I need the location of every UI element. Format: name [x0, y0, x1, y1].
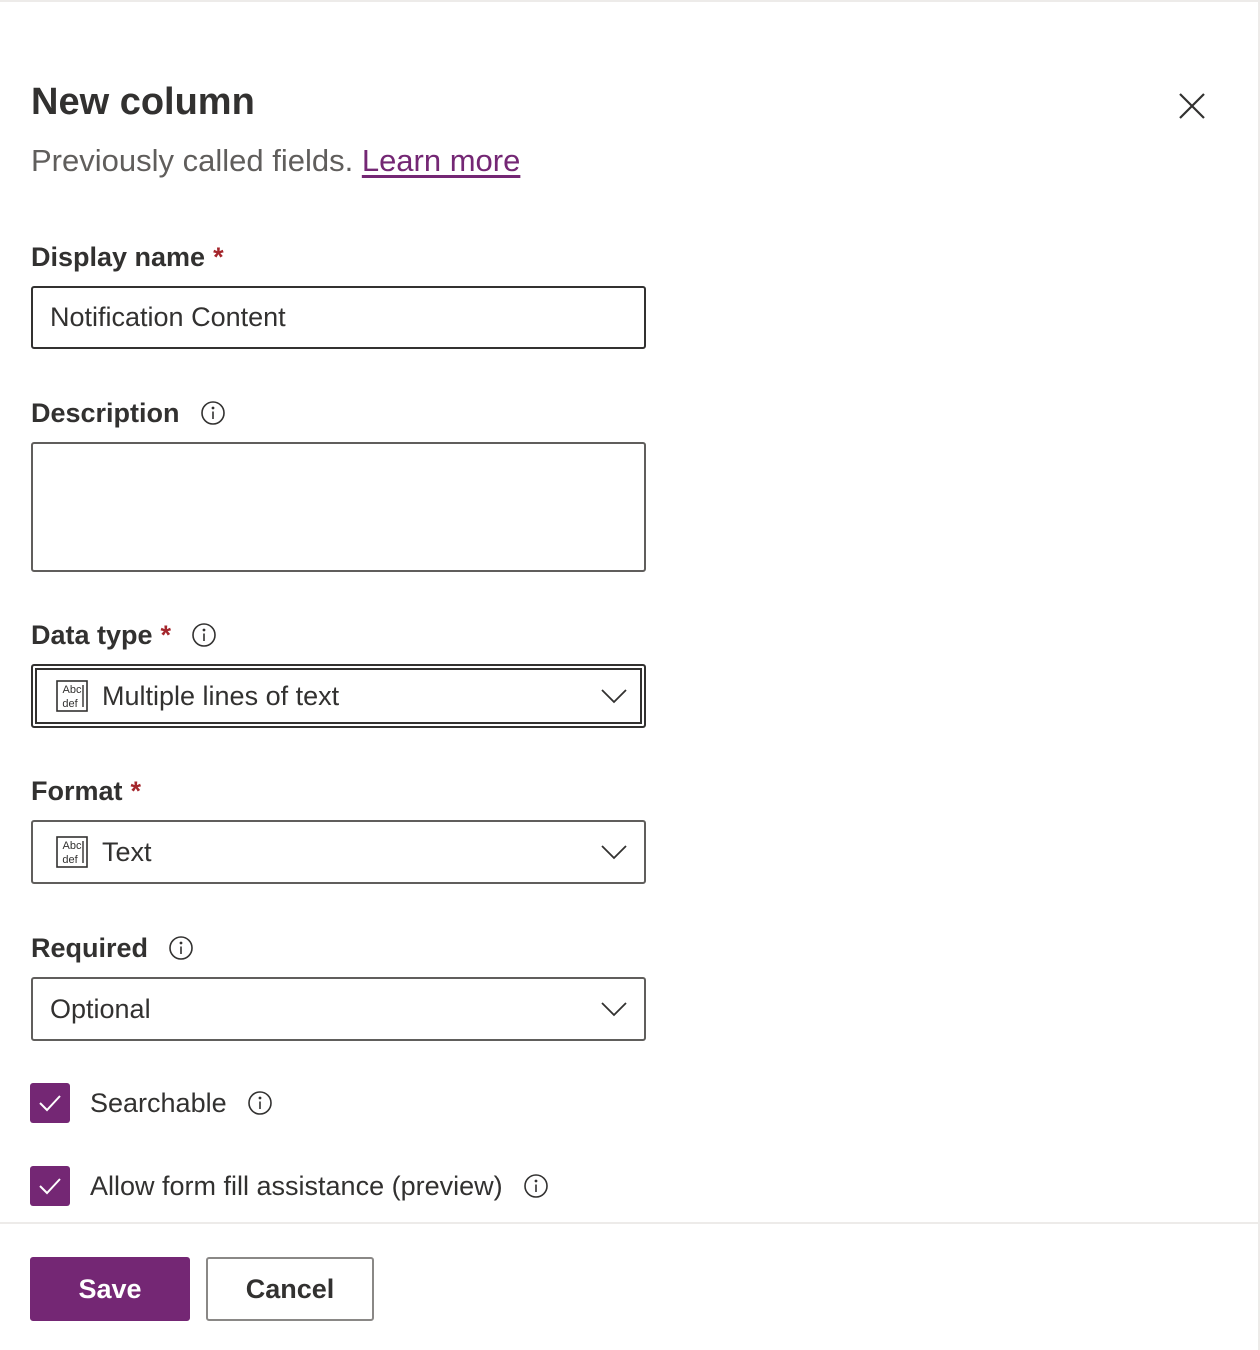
checkmark-icon: [39, 1178, 61, 1195]
required-label: Required: [31, 930, 194, 966]
data-type-dropdown[interactable]: Abc def Multiple lines of text: [31, 664, 646, 728]
info-icon[interactable]: [523, 1173, 549, 1199]
data-type-label: Data type *: [31, 617, 217, 653]
abc-def-text-icon: Abc def: [56, 836, 88, 868]
info-icon[interactable]: [200, 400, 226, 426]
format-label: Format *: [31, 773, 141, 809]
format-value: Text: [102, 836, 152, 867]
required-marker: *: [130, 776, 142, 806]
form-fill-checkbox[interactable]: [30, 1166, 70, 1206]
chevron-down-icon: [596, 678, 632, 714]
chevron-down-icon: [596, 991, 632, 1027]
new-column-panel: New column Previously called fields. Lea…: [0, 0, 1260, 1350]
description-textarea[interactable]: [31, 442, 646, 572]
save-button[interactable]: Save: [30, 1257, 190, 1321]
subtitle-text: Previously called fields.: [31, 143, 354, 178]
searchable-checkbox[interactable]: [30, 1083, 70, 1123]
searchable-label: Searchable: [90, 1087, 227, 1118]
info-icon[interactable]: [168, 935, 194, 961]
svg-text:def: def: [62, 854, 78, 866]
panel-title: New column: [31, 81, 255, 123]
format-label-text: Format: [31, 776, 123, 806]
svg-text:def: def: [62, 698, 78, 710]
close-button[interactable]: [1168, 82, 1216, 130]
display-name-input[interactable]: Notification Content: [31, 286, 646, 349]
footer-divider: [0, 1222, 1258, 1224]
required-value: Optional: [50, 993, 151, 1024]
required-label-text: Required: [31, 933, 149, 963]
checkmark-icon: [39, 1095, 61, 1112]
svg-text:Abc: Abc: [63, 684, 82, 696]
panel-subtitle: Previously called fields. Learn more: [31, 141, 520, 181]
display-name-label-text: Display name: [31, 242, 206, 272]
display-name-value: Notification Content: [50, 302, 286, 332]
required-marker: *: [160, 620, 172, 650]
close-icon: [1179, 93, 1205, 119]
info-icon[interactable]: [247, 1090, 273, 1116]
abc-def-text-icon: Abc def: [56, 680, 88, 712]
chevron-down-icon: [596, 834, 632, 870]
svg-text:Abc: Abc: [63, 840, 82, 852]
data-type-label-text: Data type: [31, 620, 153, 650]
display-name-label: Display name *: [31, 239, 224, 275]
data-type-value: Multiple lines of text: [102, 680, 340, 711]
info-icon[interactable]: [191, 622, 217, 648]
required-marker: *: [213, 242, 224, 272]
searchable-checkbox-row[interactable]: Searchable: [30, 1083, 273, 1123]
description-label-text: Description: [31, 398, 180, 428]
description-label: Description: [31, 395, 226, 431]
form-fill-label: Allow form fill assistance (preview): [90, 1170, 503, 1201]
required-dropdown[interactable]: Optional: [31, 977, 646, 1041]
format-dropdown[interactable]: Abc def Text: [31, 820, 646, 884]
learn-more-link[interactable]: Learn more: [362, 143, 521, 178]
cancel-button[interactable]: Cancel: [206, 1257, 374, 1321]
form-fill-checkbox-row[interactable]: Allow form fill assistance (preview): [30, 1166, 549, 1206]
